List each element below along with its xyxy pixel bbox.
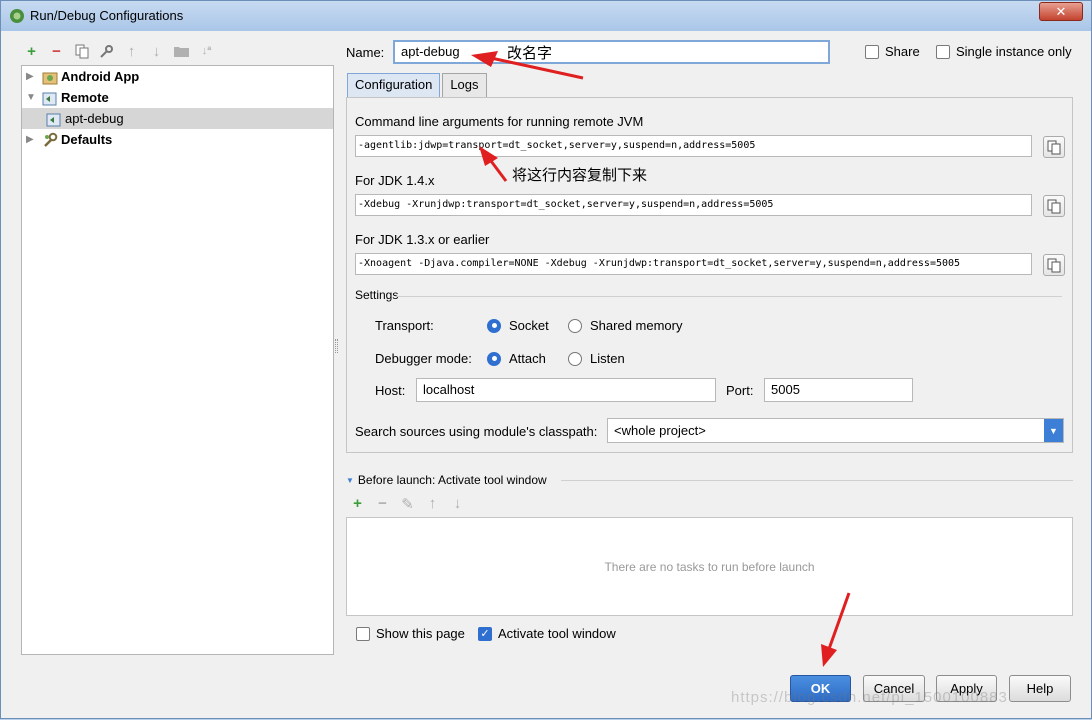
add-task-icon[interactable]: + [349,495,366,512]
cmd-args-label: Command line arguments for running remot… [355,114,644,129]
remote-icon [42,92,57,105]
before-launch-header[interactable]: ▼ Before launch: Activate tool window [346,473,547,487]
folder-icon[interactable] [173,43,190,60]
tree-item-label: Defaults [61,132,113,147]
splitter-handle[interactable] [335,339,338,353]
configuration-panel: Command line arguments for running remot… [346,97,1073,453]
config-tree[interactable]: ▶ Android App ▼ Remote apt-debug ▶ Defau… [21,65,334,655]
copy-icon[interactable] [1043,195,1065,217]
config-toolbar: + − ↑ ↓ ↓ª [23,41,215,61]
task-list[interactable]: There are no tasks to run before launch [346,517,1073,616]
debugger-mode-label: Debugger mode: [375,351,472,366]
sort-icon[interactable]: ↓ª [198,43,215,60]
show-page-label: Show this page [376,626,465,641]
move-up-icon[interactable]: ↑ [424,495,441,512]
copy-config-icon[interactable] [73,43,90,60]
remove-task-icon[interactable]: − [374,495,391,512]
before-launch-divider [561,480,1073,481]
tab-bar: Configuration Logs [347,73,489,97]
settings-label: Settings [355,288,399,302]
single-instance-label: Single instance only [956,44,1072,59]
transport-label: Transport: [375,318,434,333]
before-launch-label: Before launch: Activate tool window [357,473,547,487]
share-label: Share [885,44,920,59]
jdk13-field[interactable]: -Xnoagent -Djava.compiler=NONE -Xdebug -… [355,253,1032,275]
tree-item-apt-debug[interactable]: apt-debug [22,108,333,129]
tree-item-label: Remote [61,90,109,105]
jdk14-field[interactable]: -Xdebug -Xrunjdwp:transport=dt_socket,se… [355,194,1032,216]
title-bar[interactable]: Run/Debug Configurations ✕ [1,1,1091,31]
copy-icon[interactable] [1043,254,1065,276]
add-icon[interactable]: + [23,43,40,60]
activate-tool-window-checkbox[interactable]: ✓ Activate tool window [478,626,616,641]
share-checkbox[interactable]: Share [865,44,920,59]
window-title: Run/Debug Configurations [30,8,184,23]
attach-label: Attach [509,351,546,366]
shared-memory-radio[interactable]: Shared memory [568,318,682,333]
socket-radio[interactable]: Socket [487,318,549,333]
checkmark-icon[interactable]: ✓ [478,626,492,641]
annotation-rename: 改名字 [507,44,553,62]
remote-config-icon [46,113,61,126]
listen-radio[interactable]: Listen [568,351,625,366]
host-label: Host: [375,383,406,398]
android-studio-icon [10,9,24,23]
settings-divider [396,296,1062,297]
cmd-args-field[interactable]: -agentlib:jdwp=transport=dt_socket,serve… [355,135,1032,157]
android-app-icon [42,72,58,84]
radio-button[interactable] [487,318,501,333]
name-input[interactable]: apt-debug [393,40,830,64]
edit-task-icon[interactable]: ✎ [399,495,416,513]
socket-label: Socket [509,318,549,333]
ok-arrow-head [821,644,837,667]
name-label: Name: [346,45,385,60]
tree-item-label: Android App [61,69,140,84]
chevron-down-icon[interactable]: ▼ [1044,419,1063,442]
tree-item-android-app[interactable]: ▶ Android App [22,66,333,87]
jdk13-label: For JDK 1.3.x or earlier [355,232,490,247]
radio-button[interactable] [487,351,501,366]
activate-label: Activate tool window [498,626,616,641]
checkbox-box[interactable] [936,44,950,59]
collapse-triangle-icon[interactable]: ▼ [346,476,354,485]
checkbox-box[interactable] [865,44,879,59]
copy-icon[interactable] [1043,136,1065,158]
remove-icon[interactable]: − [48,43,65,60]
expand-arrow-icon[interactable]: ▶ [26,134,38,145]
move-up-icon[interactable]: ↑ [123,43,140,60]
radio-button[interactable] [568,351,582,366]
listen-label: Listen [590,351,625,366]
single-instance-checkbox[interactable]: Single instance only [936,44,1072,59]
tab-logs[interactable]: Logs [442,73,487,97]
empty-tasks-text: There are no tasks to run before launch [604,559,815,574]
classpath-label: Search sources using module's classpath: [355,424,598,439]
shared-memory-label: Shared memory [590,318,683,333]
expand-arrow-icon[interactable]: ▶ [26,71,38,82]
classpath-select[interactable]: <whole project> ▼ [607,418,1064,443]
port-label: Port: [726,383,754,398]
annotation-copy-line: 将这行内容复制下来 [512,166,648,184]
classpath-value: <whole project> [614,423,706,438]
move-down-icon[interactable]: ↓ [449,495,466,512]
tab-configuration[interactable]: Configuration [347,73,441,97]
radio-button[interactable] [568,318,582,333]
port-input[interactable]: 5005 [764,378,913,402]
collapse-arrow-icon[interactable]: ▼ [26,92,38,103]
help-button[interactable]: Help [1009,675,1071,702]
move-down-icon[interactable]: ↓ [148,43,165,60]
host-input[interactable]: localhost [416,378,716,402]
close-button[interactable]: ✕ [1039,2,1083,21]
tree-item-label: apt-debug [65,111,124,126]
jdk14-label: For JDK 1.4.x [355,173,435,188]
wrench-icon [44,132,58,147]
tree-item-remote[interactable]: ▼ Remote [22,87,333,108]
watermark: https://blog.csdn.net/pi_1500100883 [731,689,1008,706]
before-launch-toolbar: + − ✎ ↑ ↓ [349,495,466,513]
show-page-checkbox[interactable]: Show this page [356,626,465,641]
attach-radio[interactable]: Attach [487,351,546,366]
checkbox-box[interactable] [356,626,370,641]
run-debug-dialog: Run/Debug Configurations ✕ + − ↑ ↓ ↓ª ▶ … [0,0,1092,719]
wrench-edit-icon[interactable] [98,43,115,60]
tree-item-defaults[interactable]: ▶ Defaults [22,129,333,150]
